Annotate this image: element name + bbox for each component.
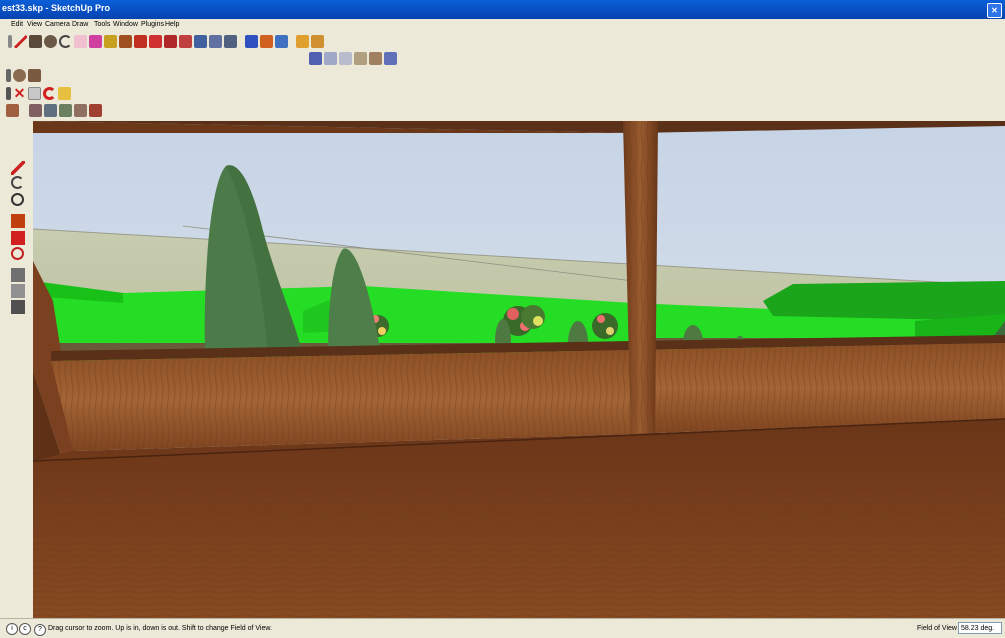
styles-icon[interactable] <box>44 103 57 117</box>
fog-icon[interactable] <box>29 103 42 117</box>
menu-view[interactable]: View <box>27 21 42 28</box>
left-view-icon[interactable] <box>384 51 397 65</box>
solid-tools-icon[interactable] <box>74 103 87 117</box>
layers-icon[interactable] <box>296 34 309 48</box>
menu-draw[interactable]: Draw <box>72 21 88 28</box>
arc-icon[interactable] <box>59 34 72 48</box>
position-camera-icon[interactable] <box>28 68 41 82</box>
back-view-icon[interactable] <box>369 51 382 65</box>
delete-icon[interactable]: ✕ <box>13 86 26 100</box>
menu-camera[interactable]: Camera <box>45 21 70 28</box>
outliner-icon[interactable] <box>311 34 324 48</box>
status-bar: i c ? Drag cursor to zoom. Up is in, dow… <box>0 618 1005 638</box>
orbit-icon[interactable] <box>179 34 192 48</box>
materials-icon[interactable] <box>260 34 273 48</box>
sandbox-icon[interactable] <box>59 103 72 117</box>
measurements-label: Field of View <box>917 625 957 632</box>
help-icon[interactable]: ? <box>34 624 46 636</box>
pan-icon[interactable] <box>194 34 207 48</box>
paint-bucket-icon[interactable] <box>89 34 102 48</box>
3d-warehouse-icon[interactable] <box>275 34 288 48</box>
look-around-icon[interactable] <box>13 68 26 82</box>
styles-toolbar <box>6 102 102 118</box>
orbit-icon[interactable] <box>11 247 24 260</box>
select-icon[interactable] <box>8 34 12 48</box>
axes-icon[interactable] <box>11 231 25 245</box>
eraser-icon[interactable] <box>74 34 87 48</box>
rotate-icon[interactable] <box>149 34 162 48</box>
circle-icon[interactable] <box>44 34 57 48</box>
geo-location-icon[interactable]: i <box>6 623 18 635</box>
pencil-icon[interactable] <box>11 161 25 175</box>
shadow-icon[interactable] <box>6 103 19 117</box>
top-view-icon[interactable] <box>324 51 337 65</box>
redo-icon[interactable] <box>43 86 56 100</box>
folder-icon[interactable] <box>58 86 71 100</box>
dynamic-components-icon[interactable] <box>89 103 102 117</box>
components-icon[interactable] <box>245 34 258 48</box>
measurements-input[interactable]: 58.23 deg. <box>958 622 1002 634</box>
walk-icon[interactable] <box>11 268 25 282</box>
rectangle-icon[interactable] <box>29 34 42 48</box>
handle-icon <box>6 86 11 100</box>
menu-bar: Edit View Camera Draw Tools Window Plugi… <box>0 19 1005 31</box>
iso-view-icon[interactable] <box>309 51 322 65</box>
push-pull-icon[interactable] <box>104 34 117 48</box>
front-view-icon[interactable] <box>339 51 352 65</box>
views-toolbar <box>309 50 397 66</box>
scene-render <box>33 121 1005 618</box>
menu-tools[interactable]: Tools <box>94 21 110 28</box>
menu-edit[interactable]: Edit <box>11 21 23 28</box>
protractor-icon[interactable] <box>11 193 24 206</box>
status-message: Drag cursor to zoom. Up is in, down is o… <box>48 625 272 632</box>
arc-icon[interactable] <box>11 176 24 189</box>
camera-toolbar <box>6 67 41 83</box>
window-title: est33.skp - SketchUp Pro <box>2 3 111 13</box>
section-icon[interactable] <box>28 86 41 100</box>
main-toolbar <box>8 33 324 49</box>
left-toolbar <box>0 121 33 618</box>
walk-icon[interactable] <box>6 68 11 82</box>
zoom-extents-icon[interactable] <box>224 34 237 48</box>
close-window-button[interactable]: ✕ <box>987 3 1002 18</box>
title-bar: est33.skp - SketchUp Pro ✕ <box>0 0 1005 19</box>
follow-me-icon[interactable] <box>119 34 132 48</box>
model-viewport[interactable] <box>33 121 1005 618</box>
menu-help[interactable]: Help <box>165 21 179 28</box>
menu-window[interactable]: Window <box>113 21 138 28</box>
edit-toolbar: ✕ <box>6 85 71 101</box>
right-view-icon[interactable] <box>354 51 367 65</box>
line-icon[interactable] <box>14 34 27 48</box>
move-icon[interactable] <box>134 34 147 48</box>
zoom-icon[interactable] <box>209 34 222 48</box>
look-around-icon[interactable] <box>11 300 25 314</box>
menu-plugins[interactable]: Plugins <box>141 21 164 28</box>
offset-icon[interactable] <box>164 34 177 48</box>
position-camera-icon[interactable] <box>11 284 25 298</box>
credits-icon[interactable]: c <box>19 623 31 635</box>
tape-measure-icon[interactable] <box>11 214 25 228</box>
